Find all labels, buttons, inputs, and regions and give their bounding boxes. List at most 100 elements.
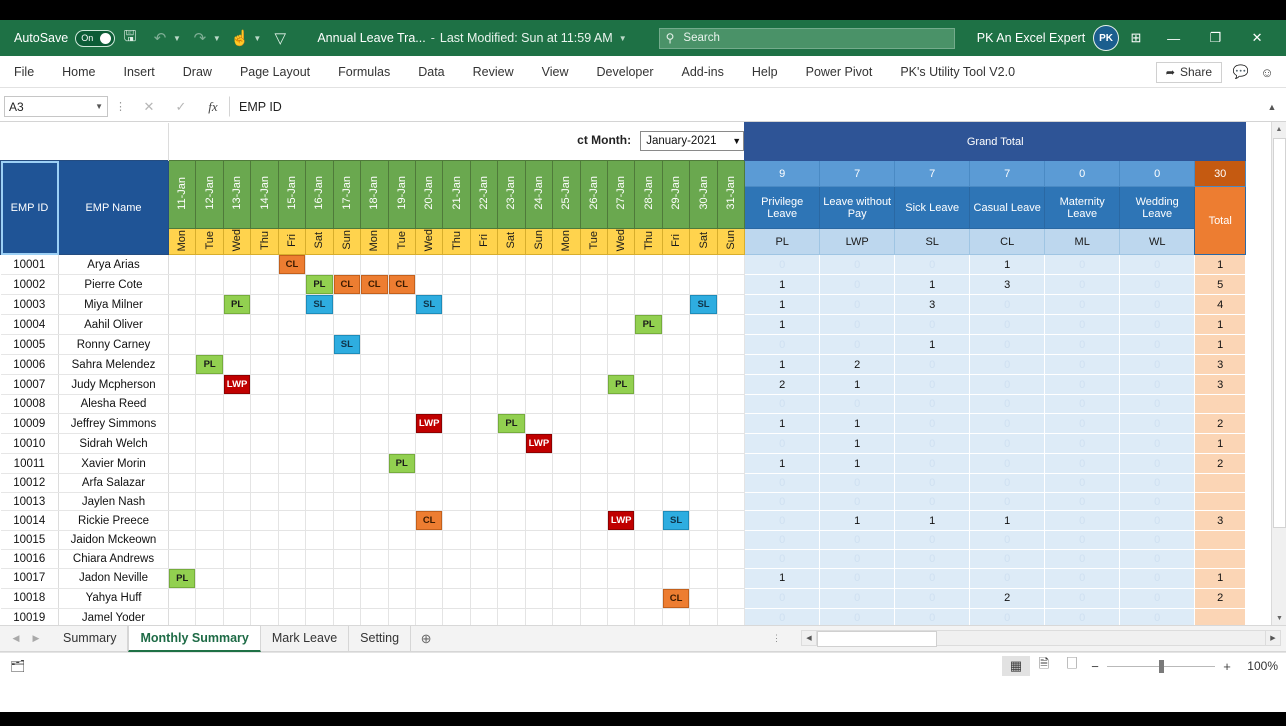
cell-day-12-Jan[interactable] [195,294,224,316]
cell-day-18-Jan[interactable] [360,394,389,415]
cell-day-29-Jan[interactable] [662,413,691,435]
cell-day-18-Jan[interactable] [360,473,389,493]
cell-day-19-Jan[interactable] [388,510,416,532]
cell-total-wl[interactable]: 0 [1119,453,1196,475]
cell-day-21-Jan[interactable] [442,433,471,455]
cell-day-14-Jan[interactable] [250,588,279,609]
cell-day-16-Jan[interactable] [305,492,334,512]
sheet-tab-mark-leave[interactable]: Mark Leave [261,626,350,651]
cell-day-22-Jan[interactable] [470,294,499,316]
horizontal-scrollbar[interactable]: ◀ ▶ [801,629,1281,647]
cell-day-17-Jan[interactable] [333,530,362,551]
cell-day-18-Jan[interactable] [360,492,389,512]
cell-day-25-Jan[interactable] [552,453,581,475]
cell-total-pl[interactable]: 2 [744,374,821,396]
cell-total-wl[interactable]: 0 [1119,549,1196,569]
cell-day-30-Jan[interactable] [689,568,718,589]
cell-total-ml[interactable]: 0 [1044,608,1121,625]
cell-day-21-Jan[interactable] [442,492,471,512]
cell-total-ml[interactable]: 0 [1044,433,1121,455]
touch-mode-icon[interactable]: ☝ [231,25,250,51]
cell-total-wl[interactable]: 0 [1119,354,1196,376]
cell-day-31-Jan[interactable] [717,374,746,396]
cell-total-pl[interactable]: 1 [744,354,821,376]
cell-day-11-Jan[interactable] [168,374,197,396]
cell-day-11-Jan[interactable] [168,394,197,415]
cell-total-wl[interactable]: 0 [1119,492,1196,512]
cell-total-lwp[interactable]: 0 [819,254,896,276]
ribbon-tab-add-ins[interactable]: Add-ins [668,56,738,88]
ribbon-tab-page-layout[interactable]: Page Layout [226,56,324,88]
cell-day-28-Jan[interactable] [634,274,663,296]
cell-day-24-Jan[interactable] [525,608,554,625]
cell-total-sl[interactable]: 0 [894,608,971,625]
cell-day-11-Jan[interactable] [168,530,197,551]
cell-day-24-Jan[interactable] [525,549,554,569]
cell-day-28-Jan[interactable] [634,473,663,493]
cell-day-26-Jan[interactable] [580,274,609,296]
cell-day-19-Jan[interactable] [388,314,416,336]
cell-day-18-Jan[interactable] [360,334,389,356]
cell-day-25-Jan[interactable] [552,492,581,512]
cell-day-30-Jan[interactable] [689,608,718,625]
cell-day-20-Jan[interactable] [415,492,444,512]
cell-day-22-Jan[interactable] [470,473,499,493]
cell-total-sl[interactable]: 0 [894,588,971,609]
cell-total-all[interactable]: 2 [1194,453,1247,475]
cell-day-20-Jan[interactable]: SL [415,294,444,316]
cell-total-ml[interactable]: 0 [1044,588,1121,609]
cell-total-sl[interactable]: 1 [894,274,971,296]
cell-total-cl[interactable]: 0 [969,294,1046,316]
cell-total-all[interactable]: 2 [1194,413,1247,435]
cell-day-17-Jan[interactable] [333,492,362,512]
cell-day-13-Jan[interactable] [223,510,252,532]
cell-day-11-Jan[interactable] [168,334,197,356]
cell-day-20-Jan[interactable] [415,314,444,336]
zoom-slider-thumb[interactable] [1159,659,1164,673]
cell-day-28-Jan[interactable] [634,334,663,356]
cell-day-22-Jan[interactable] [470,568,499,589]
cell-day-21-Jan[interactable] [442,254,471,276]
cell-total-sl[interactable]: 1 [894,510,971,532]
ribbon-tab-data[interactable]: Data [404,56,458,88]
cell-emp-id[interactable]: 10008 [0,394,59,415]
cell-day-16-Jan[interactable] [305,314,334,336]
cell-day-13-Jan[interactable] [223,334,252,356]
cell-emp-name[interactable]: Jamel Yoder [58,608,169,625]
cell-day-26-Jan[interactable] [580,549,609,569]
cell-day-17-Jan[interactable] [333,294,362,316]
cell-day-15-Jan[interactable] [278,374,307,396]
cell-day-29-Jan[interactable] [662,334,691,356]
cell-day-18-Jan[interactable] [360,433,389,455]
cell-day-28-Jan[interactable] [634,530,663,551]
cell-total-pl[interactable]: 0 [744,510,821,532]
cell-total-lwp[interactable]: 1 [819,453,896,475]
cell-day-24-Jan[interactable] [525,354,554,376]
cell-day-13-Jan[interactable] [223,413,252,435]
cell-emp-name[interactable]: Sidrah Welch [58,433,169,455]
cell-total-cl[interactable]: 0 [969,530,1046,551]
cell-day-30-Jan[interactable] [689,473,718,493]
cell-day-22-Jan[interactable] [470,588,499,609]
cell-day-13-Jan[interactable] [223,568,252,589]
cell-day-27-Jan[interactable] [607,334,636,356]
cell-day-30-Jan[interactable] [689,314,718,336]
cell-total-cl[interactable]: 0 [969,549,1046,569]
cell-total-ml[interactable]: 0 [1044,334,1121,356]
search-input[interactable]: ⚲ Search [658,27,955,49]
cell-total-pl[interactable]: 0 [744,433,821,455]
cell-day-11-Jan[interactable] [168,294,197,316]
cell-day-21-Jan[interactable] [442,549,471,569]
cell-day-29-Jan[interactable] [662,294,691,316]
cell-day-17-Jan[interactable] [333,374,362,396]
horizontal-scroll-track[interactable] [817,630,1265,647]
cell-day-22-Jan[interactable] [470,354,499,376]
cell-day-17-Jan[interactable] [333,549,362,569]
cell-day-30-Jan[interactable] [689,374,718,396]
cell-total-all[interactable]: 0 [1194,549,1247,569]
cell-total-lwp[interactable]: 0 [819,334,896,356]
cell-day-16-Jan[interactable] [305,453,334,475]
last-modified-label[interactable]: Last Modified: Sun at 11:59 AM [440,31,613,45]
cell-day-15-Jan[interactable] [278,608,307,625]
cell-total-lwp[interactable]: 1 [819,374,896,396]
